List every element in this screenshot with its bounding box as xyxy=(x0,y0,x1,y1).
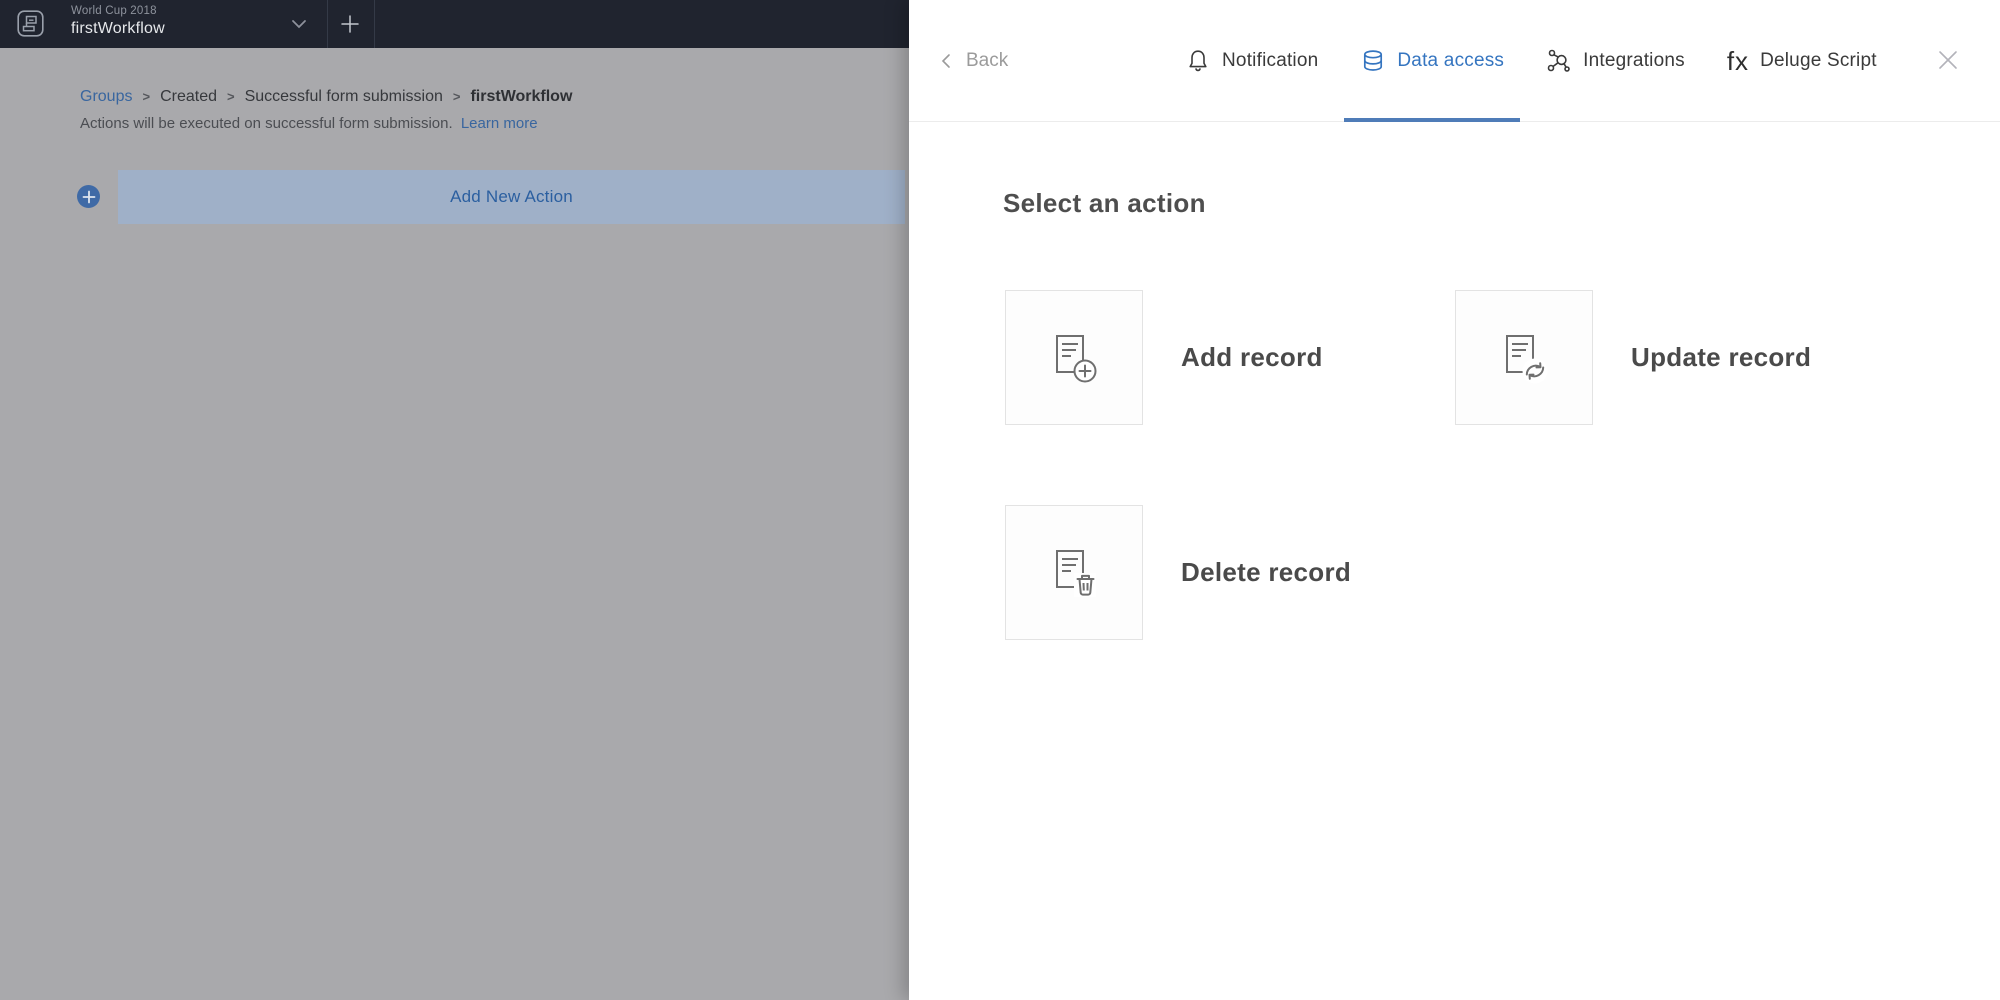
document-plus-icon xyxy=(1046,330,1102,386)
action-label: Add record xyxy=(1181,342,1323,372)
close-icon[interactable] xyxy=(1935,47,1961,73)
bell-icon xyxy=(1185,48,1211,74)
delete-record-action[interactable]: Delete record xyxy=(1005,505,1455,640)
app-title: World Cup 2018 xyxy=(71,5,157,17)
breadcrumb-separator: > xyxy=(142,88,151,104)
add-record-action[interactable]: Add record xyxy=(1005,290,1455,425)
chevron-left-icon xyxy=(941,54,950,68)
workflow-app-icon xyxy=(17,10,44,37)
database-icon xyxy=(1360,48,1386,74)
learn-more-link[interactable]: Learn more xyxy=(461,115,538,132)
breadcrumb: Groups > Created > Successful form submi… xyxy=(80,88,572,106)
back-label: Back xyxy=(966,50,1009,71)
breadcrumb-event[interactable]: Successful form submission xyxy=(245,88,443,106)
workflow-title-block: World Cup 2018 firstWorkflow xyxy=(71,4,165,40)
topbar-divider xyxy=(327,0,328,48)
panel-heading: Select an action xyxy=(1003,188,1206,218)
update-record-action[interactable]: Update record xyxy=(1455,290,1811,425)
tab-data-access[interactable]: Data access xyxy=(1360,0,1504,122)
nodes-icon xyxy=(1546,48,1572,74)
update-record-card[interactable] xyxy=(1455,290,1593,425)
action-label: Delete record xyxy=(1181,557,1352,587)
tab-deluge-script[interactable]: fx Deluge Script xyxy=(1727,0,1877,122)
panel-header: Back Notification Data access Integratio… xyxy=(909,0,2000,122)
add-new-action-button[interactable]: Add New Action xyxy=(118,170,905,224)
action-picker-panel: Back Notification Data access Integratio… xyxy=(909,0,2000,1000)
workflow-description: Actions will be executed on successful f… xyxy=(80,115,538,132)
actions-grid: Add record Update record Delete record xyxy=(1005,290,1811,640)
workflow-name: firstWorkflow xyxy=(71,20,165,37)
tab-integrations[interactable]: Integrations xyxy=(1546,0,1685,122)
topbar-divider xyxy=(374,0,375,48)
chevron-down-icon[interactable] xyxy=(288,13,310,35)
document-refresh-icon xyxy=(1496,330,1552,386)
delete-record-card[interactable] xyxy=(1005,505,1143,640)
dimmed-workflow-page: World Cup 2018 firstWorkflow Groups > Cr… xyxy=(0,0,909,1000)
tab-label: Integrations xyxy=(1583,50,1685,71)
document-trash-icon xyxy=(1046,545,1102,601)
breadcrumb-separator: > xyxy=(226,88,235,104)
fx-icon: fx xyxy=(1726,46,1750,76)
description-text: Actions will be executed on successful f… xyxy=(80,115,453,132)
tab-label: Notification xyxy=(1222,50,1319,71)
tab-notification[interactable]: Notification xyxy=(1185,0,1318,122)
add-record-card[interactable] xyxy=(1005,290,1143,425)
breadcrumb-current-workflow: firstWorkflow xyxy=(470,88,573,105)
workflow-topbar: World Cup 2018 firstWorkflow xyxy=(0,0,909,48)
add-workflow-plus-icon[interactable] xyxy=(338,12,362,36)
tab-label: Data access xyxy=(1397,50,1505,71)
breadcrumb-separator: > xyxy=(452,88,461,104)
breadcrumb-created[interactable]: Created xyxy=(160,88,217,106)
action-label: Update record xyxy=(1631,342,1812,372)
breadcrumb-groups-link[interactable]: Groups xyxy=(80,88,132,106)
action-type-tabs: Notification Data access Integrations fx… xyxy=(1185,0,1877,122)
tab-label: Deluge Script xyxy=(1760,50,1877,71)
add-action-plus-icon[interactable] xyxy=(77,185,100,208)
back-button[interactable]: Back xyxy=(937,0,1008,122)
